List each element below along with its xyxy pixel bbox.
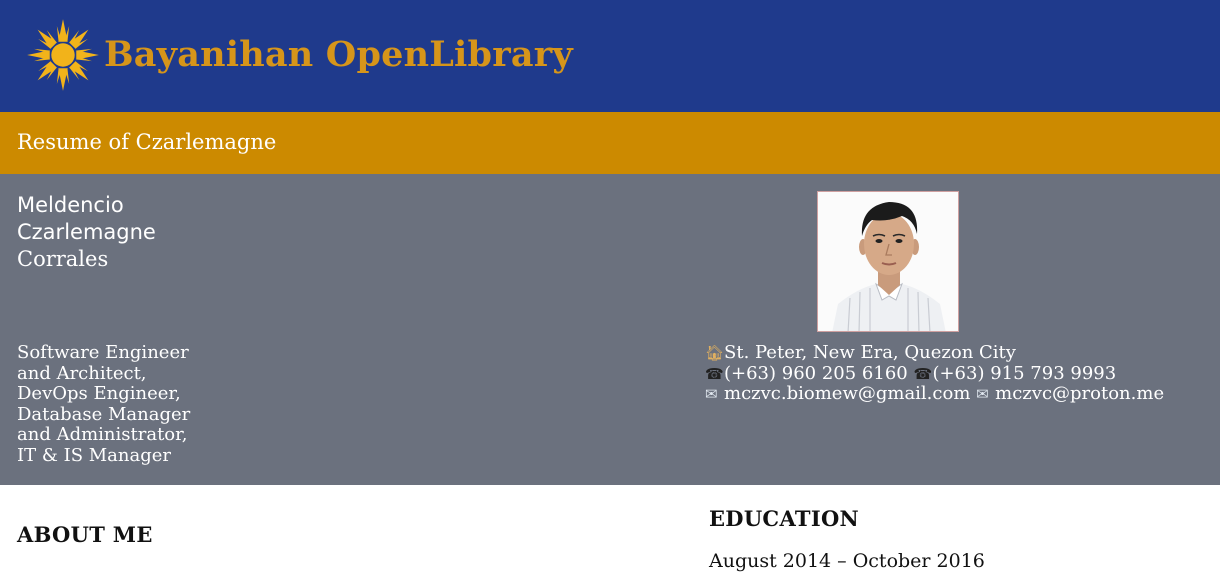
site-header: Bayanihan OpenLibrary bbox=[0, 0, 1220, 112]
site-brand[interactable]: Bayanihan OpenLibrary bbox=[104, 34, 573, 75]
phone-line: ☎(+63) 960 205 6160 ☎(+63) 915 793 9993 bbox=[705, 363, 1164, 385]
phone-link-2[interactable]: (+63) 915 793 9993 bbox=[932, 363, 1116, 384]
person-portrait-icon bbox=[818, 192, 958, 331]
role-line: and Architect, bbox=[17, 362, 147, 384]
role-line: and Administrator, bbox=[17, 424, 188, 446]
about-me-heading: ABOUT ME bbox=[17, 522, 153, 547]
last-name: Corrales bbox=[17, 247, 109, 271]
envelope-icon: ✉ bbox=[976, 385, 989, 404]
role-line: Software Engineer bbox=[17, 342, 189, 363]
role-line: Database Manager bbox=[17, 403, 191, 425]
envelope-icon: ✉ bbox=[705, 385, 718, 404]
first-name: Meldencio bbox=[17, 193, 124, 217]
phone-link-1[interactable]: (+63) 960 205 6160 bbox=[724, 363, 908, 384]
education-heading: EDUCATION bbox=[709, 506, 860, 531]
phone-icon: ☎ bbox=[705, 364, 724, 383]
middle-name: Czarlemagne bbox=[17, 220, 156, 244]
role-line: DevOps Engineer, bbox=[17, 383, 181, 405]
email-link-1[interactable]: mczvc.biomew@gmail.com bbox=[724, 383, 970, 404]
house-icon: 🏠︎ bbox=[705, 344, 725, 362]
profile-photo bbox=[817, 191, 959, 332]
email-line: ✉ mczvc.biomew@gmail.com ✉ mczvc@proton.me bbox=[705, 383, 1164, 405]
contact-info: 🏠︎St. Peter, New Era, Quezon City ☎(+63)… bbox=[705, 342, 1164, 405]
page-title-bar: Resume of Czarlemagne bbox=[0, 112, 1220, 174]
role-line: IT & IS Manager bbox=[17, 444, 172, 466]
full-name: Meldencio Czarlemagne Corrales bbox=[17, 192, 156, 273]
education-date-range: August 2014 – October 2016 bbox=[709, 550, 985, 572]
address-text: St. Peter, New Era, Quezon City bbox=[724, 342, 1016, 363]
profile-section: Meldencio Czarlemagne Corrales Software … bbox=[0, 174, 1220, 485]
job-roles: Software Engineer and Architect, DevOps … bbox=[17, 342, 191, 467]
sun-logo-icon[interactable] bbox=[24, 16, 102, 94]
email-link-2[interactable]: mczvc@proton.me bbox=[995, 383, 1164, 404]
phone-icon: ☎ bbox=[913, 364, 933, 383]
address-line: 🏠︎St. Peter, New Era, Quezon City bbox=[705, 342, 1164, 364]
page-title: Resume of Czarlemagne bbox=[17, 130, 277, 154]
